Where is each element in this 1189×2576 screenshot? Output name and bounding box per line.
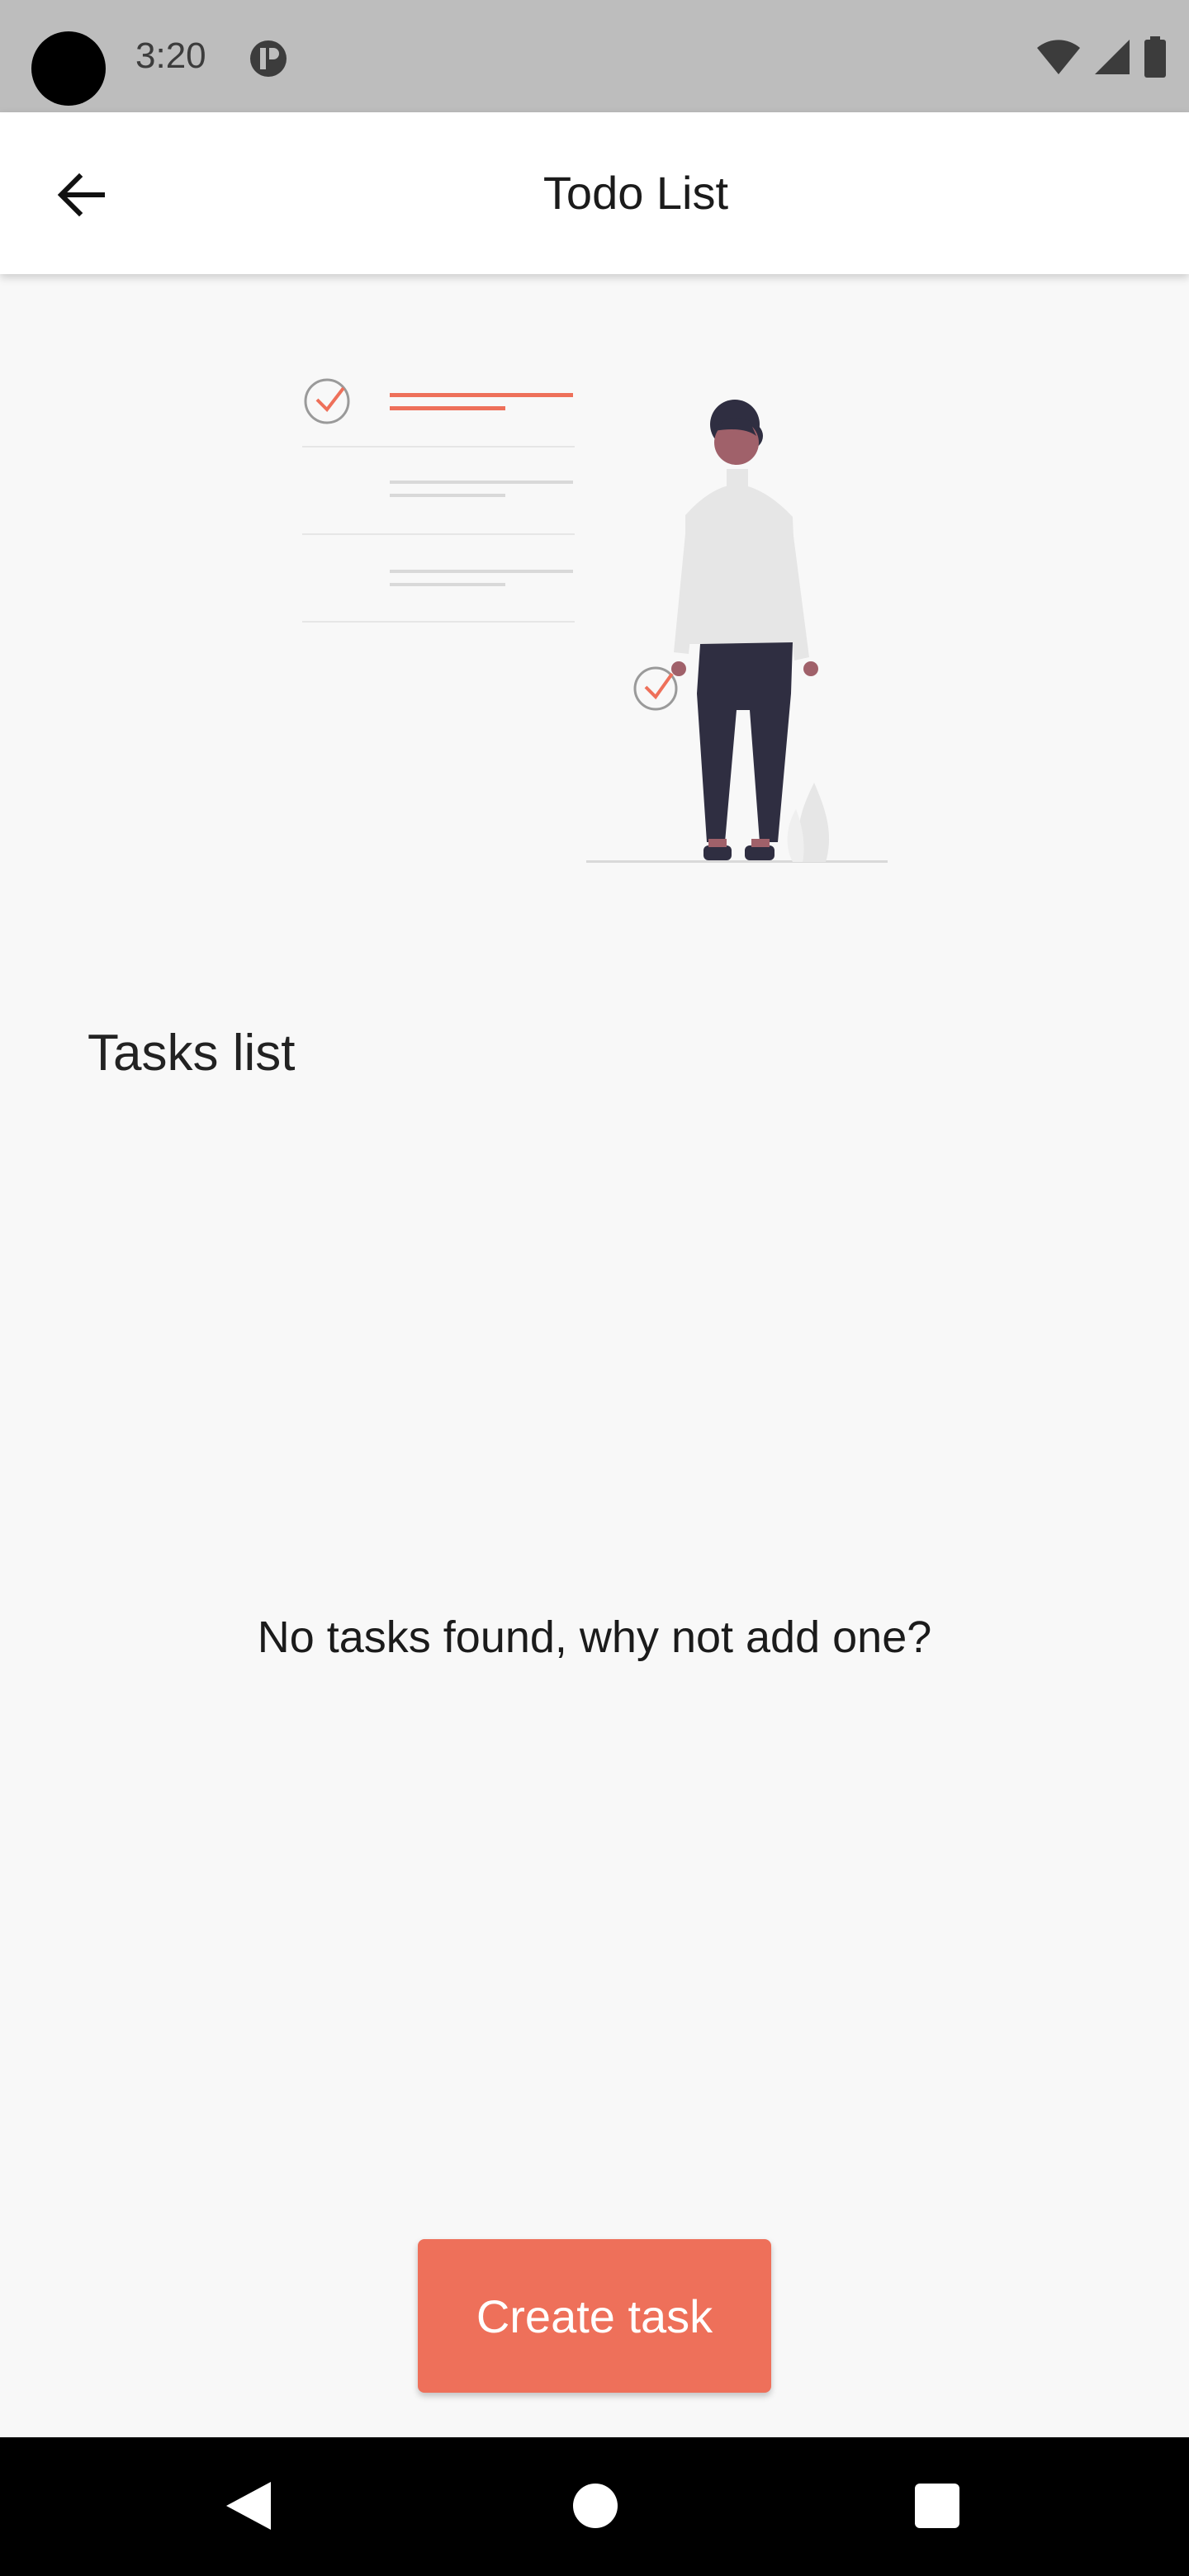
status-bar: 3:20 [0,0,1189,112]
create-task-button[interactable]: Create task [418,2239,771,2393]
screen: 3:20 Todo List Tasks list No tasks found… [0,0,1189,2576]
checklist-graphic [302,378,575,623]
status-icons [1035,36,1168,78]
person-graphic [633,400,818,860]
page-title: Todo List [542,167,729,219]
nav-recents-icon[interactable] [915,2484,959,2528]
navigation-bar [0,2437,1189,2576]
todo-illustration [302,378,888,863]
app-notification-icon [250,40,287,77]
status-time: 3:20 [135,36,206,76]
empty-state-message: No tasks found, why not add one? [257,1612,932,1662]
app-bar: Todo List [0,112,1189,274]
nav-home-icon[interactable] [573,2484,618,2528]
wifi-icon [1037,40,1080,74]
nav-back-icon[interactable] [223,2479,276,2533]
battery-icon [1144,36,1166,78]
tasks-list-heading: Tasks list [88,1025,296,1082]
camera-cutout [31,31,106,106]
signal-icon [1095,40,1130,74]
